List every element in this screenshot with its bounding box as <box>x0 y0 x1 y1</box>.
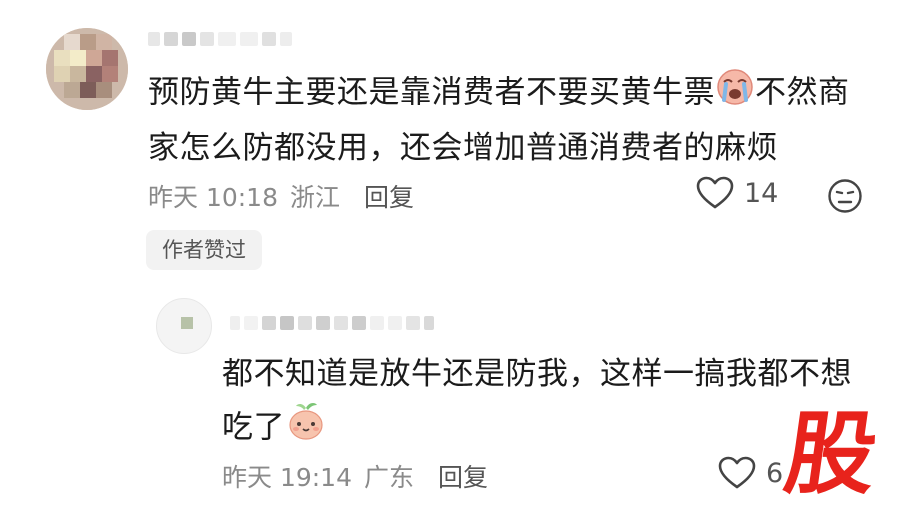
comment-line-1: 预防黄牛主要还是靠消费者不要买黄牛票 不然商 <box>148 66 850 122</box>
reply-name-blurred[interactable] <box>230 316 434 330</box>
heart-icon <box>718 456 756 489</box>
comment-reply-button[interactable]: 回复 <box>364 178 414 214</box>
comment-meta: 昨天 10:18 浙江 回复 <box>148 178 414 214</box>
reply-like-count: 6 <box>766 457 784 489</box>
author-liked-badge: 作者赞过 <box>146 230 262 270</box>
reply-location: 广东 <box>364 463 415 492</box>
reply-line-2: 吃了 <box>222 400 852 458</box>
commenter-name-blurred[interactable] <box>148 32 292 46</box>
heart-icon <box>696 176 734 209</box>
comment-location: 浙江 <box>290 183 341 212</box>
reply-text: 都不知道是放牛还是防我，这样一搞我都不想 吃了 <box>222 348 852 458</box>
comment-text: 预防黄牛主要还是靠消费者不要买黄牛票 不然商 家怎么防都没用，还会增加普通消费者… <box>148 66 850 174</box>
comment-time: 昨天 10:18 <box>148 183 278 212</box>
comment-line-2: 家怎么防都没用，还会增加普通消费者的麻烦 <box>148 130 778 166</box>
comment-like-count: 14 <box>744 177 779 209</box>
comment-like-button[interactable]: 14 <box>696 176 778 210</box>
stock-watermark-logo: 股 <box>778 402 884 506</box>
reply-reply-button[interactable]: 回复 <box>438 458 488 494</box>
reply-avatar[interactable] <box>156 298 212 354</box>
reply-time: 昨天 19:14 <box>222 463 352 492</box>
peach-face-icon <box>285 400 327 458</box>
crying-face-icon <box>715 66 755 122</box>
dislike-face-icon[interactable] <box>827 178 863 218</box>
reply-line-1: 都不知道是放牛还是防我，这样一搞我都不想 <box>222 356 852 392</box>
reply-meta: 昨天 19:14 广东 回复 <box>222 458 488 494</box>
commenter-avatar[interactable] <box>46 28 128 110</box>
reply-like-button[interactable]: 6 <box>718 456 783 490</box>
